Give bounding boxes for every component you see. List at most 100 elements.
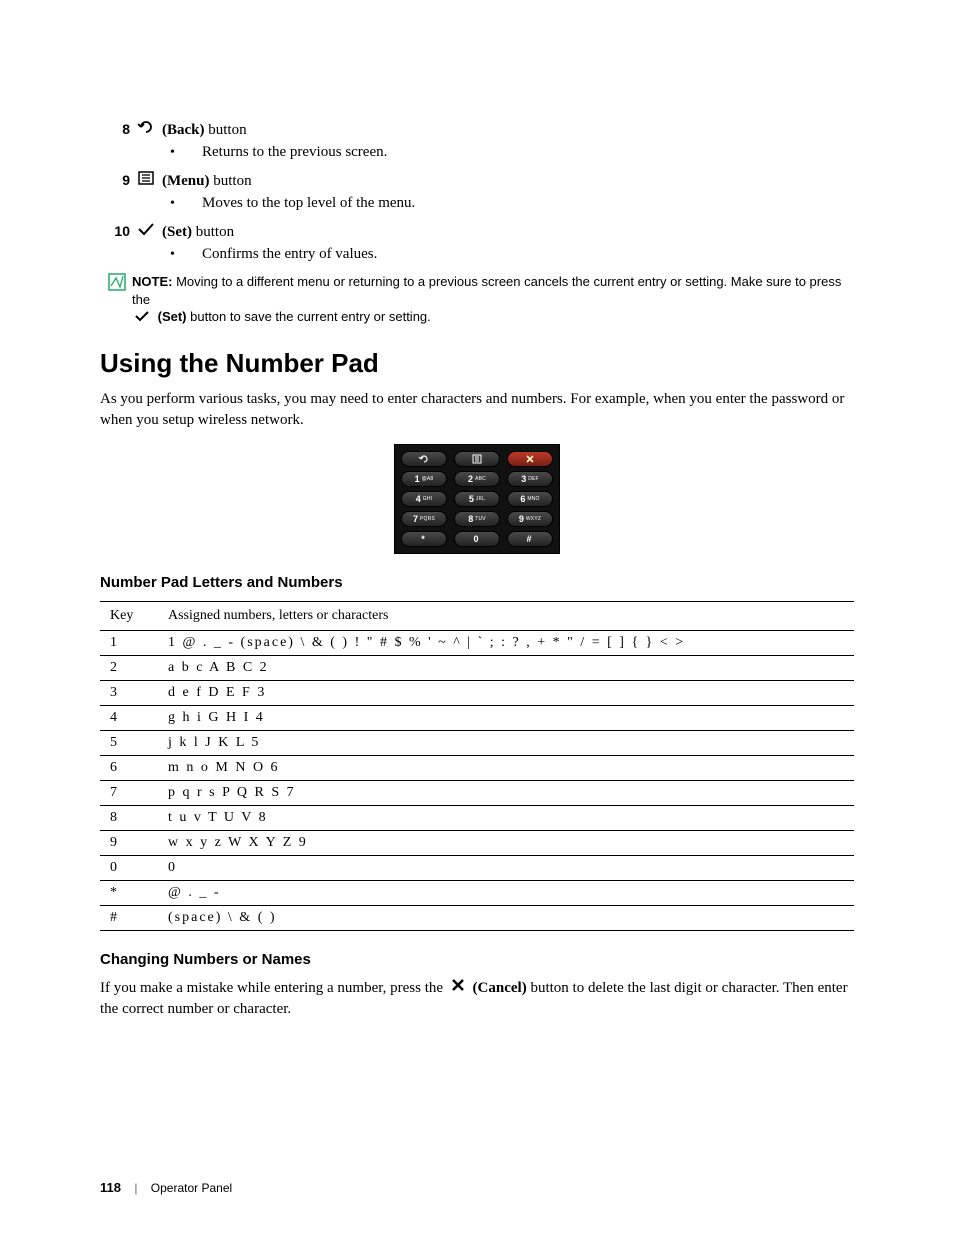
table-row: 5j k l J K L 5 [100,730,854,755]
note-icon [108,273,132,296]
bullet-dot: • [170,247,198,263]
button-item-menu: 9 (Menu) button [100,171,854,190]
keypad-key [454,451,500,467]
keypad-key: 6MNO [507,491,553,507]
table-cell-key: 8 [100,805,158,830]
keypad-key [507,451,553,467]
key-big: 7 [413,514,418,524]
table-row: 8t u v T U V 8 [100,805,854,830]
key-big: 9 [519,514,524,524]
page-number: 118 [100,1180,121,1195]
keypad-key [401,451,447,467]
key-big: 0 [473,534,478,544]
table-cell-value: g h i G H I 4 [158,705,854,730]
key-big: # [526,534,531,544]
table-heading: Number Pad Letters and Numbers [100,574,854,591]
note-set-strong: (Set) [158,309,187,324]
menu-bullet-row: • Moves to the top level of the menu. [170,194,854,212]
check-icon [130,222,162,241]
key-small: GHI [423,496,433,502]
menu-bullet-text: Moves to the top level of the menu. [202,195,415,211]
keypad-key: # [507,531,553,547]
keys-table: Key Assigned numbers, letters or charact… [100,601,854,931]
button-item-back: 8 (Back) button [100,120,854,139]
table-cell-key: # [100,905,158,930]
table-cell-key: 0 [100,855,158,880]
keypad-key: 3DEF [507,471,553,487]
table-row: #(space) \ & ( ) [100,905,854,930]
set-button-label: (Set) button [162,224,234,241]
table-cell-value: t u v T U V 8 [158,805,854,830]
keypad-key: 7PQRS [401,511,447,527]
table-row: 2a b c A B C 2 [100,655,854,680]
note-text1: Moving to a different menu or returning … [132,274,841,307]
keypad-row [401,451,553,467]
key-big: 1 [415,474,420,484]
key-small: @A8 [422,476,434,482]
table-head-key: Key [100,601,158,630]
table-cell-value: 1 @ . _ - (space) \ & ( ) ! " # $ % ' ~ … [158,630,854,655]
set-bullet-text: Confirms the entry of values. [202,246,377,262]
keypad-image: 1@A8 2ABC 3DEF 4GHI 5JKL 6MNO 7PQRS 8TUV 9WXYZ * 0… [394,444,560,554]
key-small: ABC [475,476,486,482]
table-cell-value: 0 [158,855,854,880]
footer-section: Operator Panel [151,1181,232,1195]
key-small: JKL [476,496,485,502]
table-cell-key: 2 [100,655,158,680]
back-button-label: (Back) button [162,122,247,139]
key-big: 6 [520,494,525,504]
set-label-strong: (Set) [162,224,192,240]
table-cell-value: w x y z W X Y Z 9 [158,830,854,855]
key-big: * [421,534,425,544]
set-label-rest: button [192,224,234,240]
keypad-key: 9WXYZ [507,511,553,527]
keypad-key: 8TUV [454,511,500,527]
table-cell-key: 6 [100,755,158,780]
table-row: 7p q r s P Q R S 7 [100,780,854,805]
back-icon [130,120,162,139]
table-cell-key: 4 [100,705,158,730]
page: 8 (Back) button • Returns to the previou… [0,0,954,1235]
keypad-row: 7PQRS 8TUV 9WXYZ [401,511,553,527]
table-row: 11 @ . _ - (space) \ & ( ) ! " # $ % ' ~… [100,630,854,655]
table-row: 4g h i G H I 4 [100,705,854,730]
table-cell-key: 7 [100,780,158,805]
table-row: 00 [100,855,854,880]
back-bullet-row: • Returns to the previous screen. [170,143,854,161]
table-row: 3d e f D E F 3 [100,680,854,705]
bullet-dot: • [170,145,198,161]
keypad-key: 5JKL [454,491,500,507]
keypad-key: 0 [454,531,500,547]
key-big: 4 [416,494,421,504]
cancel-icon [451,978,465,998]
changing-text1: If you make a mistake while entering a n… [100,980,447,996]
back-bullet-text: Returns to the previous screen. [202,144,387,160]
set-bullet-row: • Confirms the entry of values. [170,245,854,263]
back-label-strong: (Back) [162,122,205,138]
table-cell-value: p q r s P Q R S 7 [158,780,854,805]
table-cell-key: * [100,880,158,905]
menu-icon [130,171,162,190]
table-head-assigned: Assigned numbers, letters or characters [158,601,854,630]
key-small: PQRS [420,516,435,522]
key-big: 5 [469,494,474,504]
table-cell-key: 5 [100,730,158,755]
table-cell-value: (space) \ & ( ) [158,905,854,930]
keypad-key: 4GHI [401,491,447,507]
keypad-row: * 0 # [401,531,553,547]
section-intro: As you perform various tasks, you may ne… [100,389,854,430]
note-text: NOTE: Moving to a different menu or retu… [132,273,854,326]
table-cell-key: 9 [100,830,158,855]
keypad-key: 1@A8 [401,471,447,487]
keypad-row: 4GHI 5JKL 6MNO [401,491,553,507]
menu-button-label: (Menu) button [162,173,252,190]
menu-label-strong: (Menu) [162,173,210,189]
key-big: 2 [468,474,473,484]
table-cell-value: m n o M N O 6 [158,755,854,780]
cancel-strong: (Cancel) [473,980,527,996]
table-row: *@ . _ - [100,880,854,905]
check-icon [134,309,150,327]
key-big: 3 [521,474,526,484]
table-cell-key: 3 [100,680,158,705]
table-cell-value: j k l J K L 5 [158,730,854,755]
